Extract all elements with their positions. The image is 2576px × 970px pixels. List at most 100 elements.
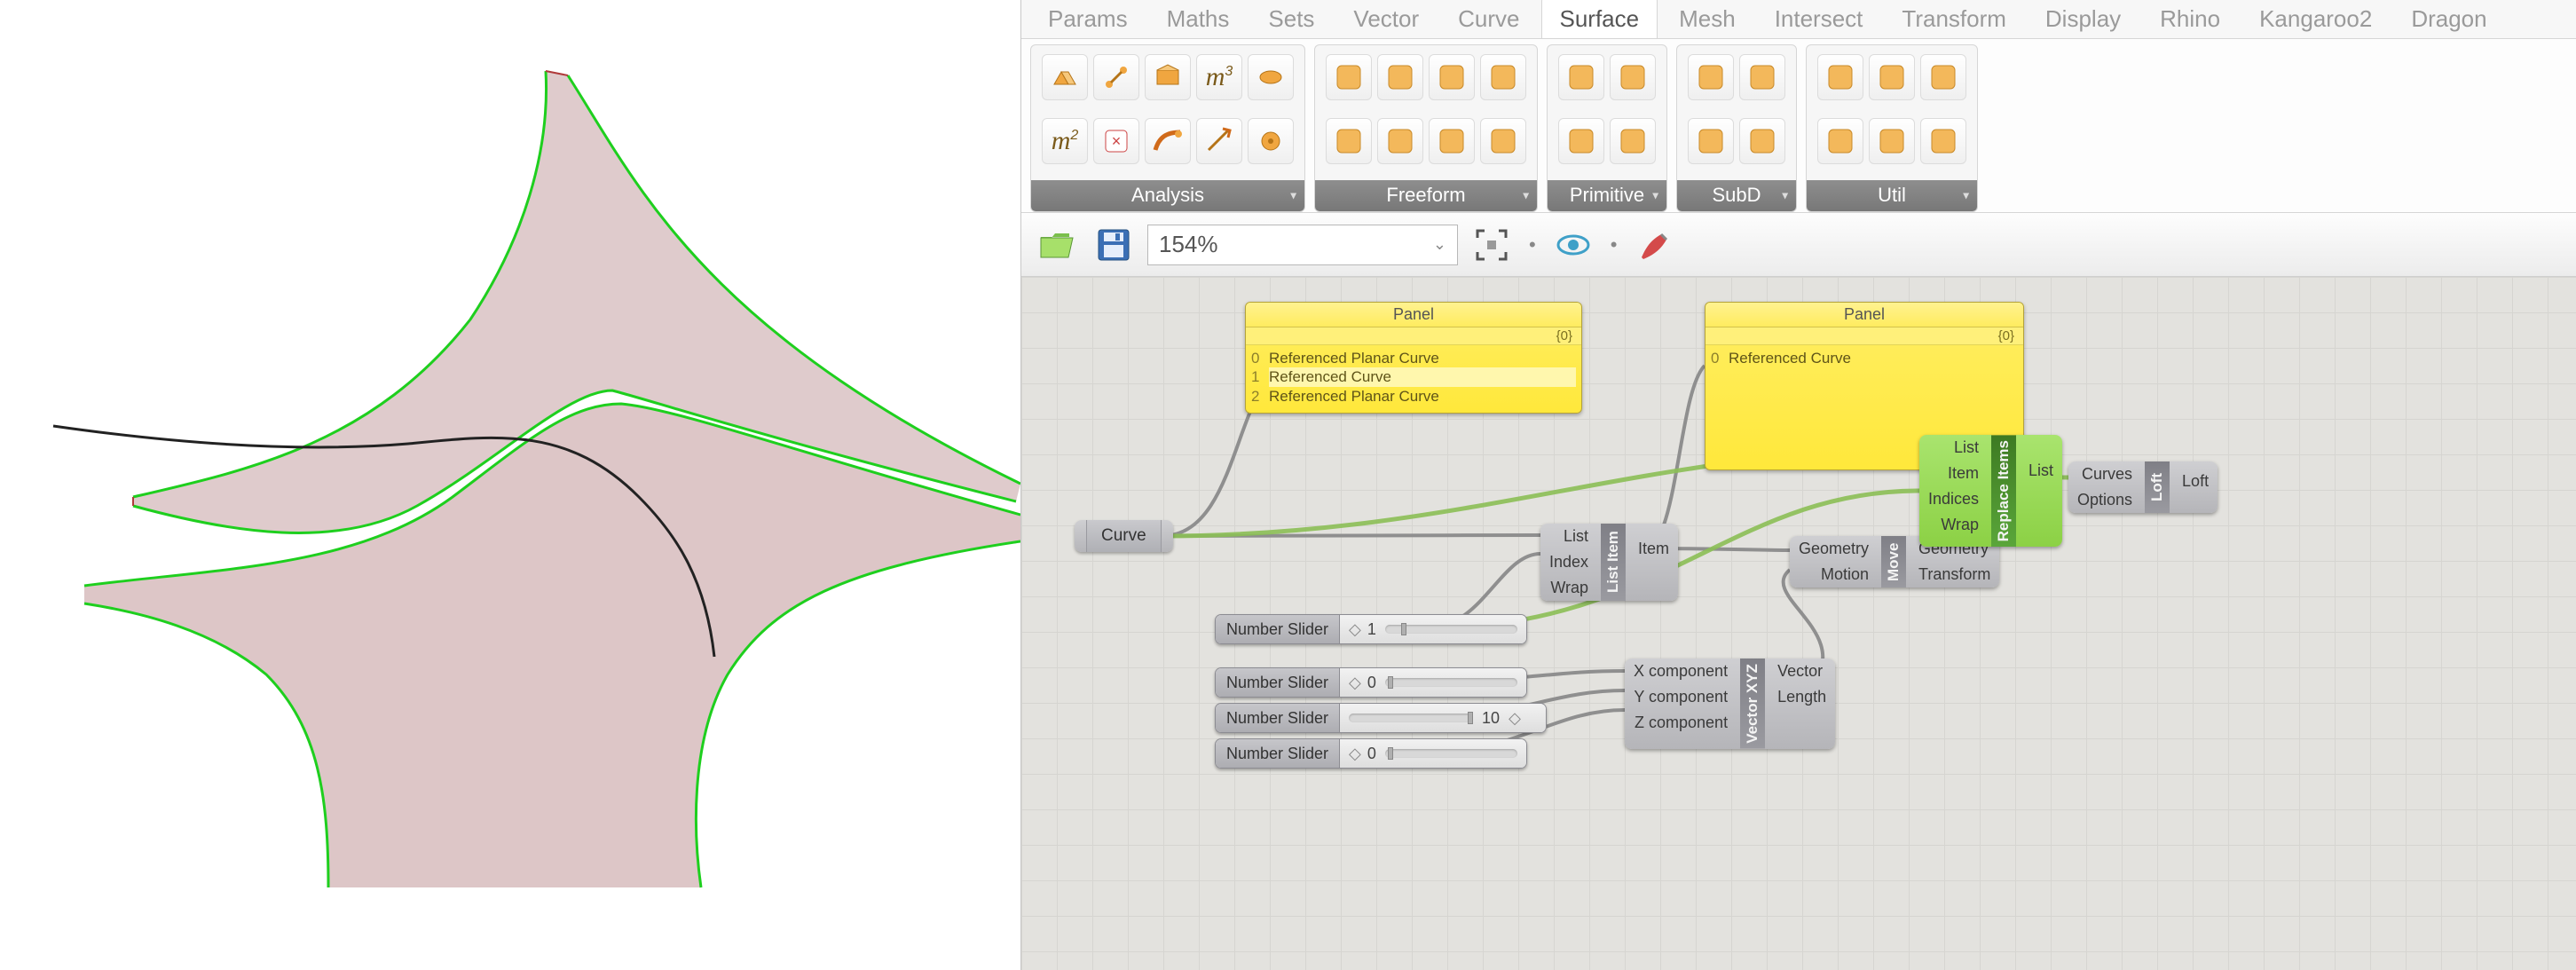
preview-toggle-button[interactable] [1550,222,1596,268]
ribbon-group-label[interactable]: SubD [1677,180,1796,212]
ribbon-icon[interactable] [1093,54,1139,100]
vector-in-z[interactable]: Z component [1625,710,1740,736]
move-out-transform[interactable]: Transform [1906,562,1999,588]
number-slider-z[interactable]: Number Slider ◇ 0 [1215,738,1527,769]
ribbon-icon[interactable] [1196,118,1242,164]
save-file-button[interactable] [1091,222,1137,268]
zoom-extents-button[interactable] [1469,222,1515,268]
loft-in-options[interactable]: Options [2068,487,2145,513]
ribbon-group-label[interactable]: Analysis [1031,180,1304,212]
ribbon-icon[interactable] [1688,54,1734,100]
ribbon-icon[interactable] [1248,118,1294,164]
ribbon-icon[interactable] [1326,54,1372,100]
ribbon-icon[interactable] [1610,118,1656,164]
menu-tab-surface[interactable]: Surface [1541,0,1658,38]
list-item-out-item[interactable]: Item [1626,524,1678,574]
panel-row: 0Referenced Curve [1711,349,2018,367]
panel-2-path: {0} [1706,327,2023,345]
ribbon-icon[interactable]: × [1093,118,1139,164]
panel-row: 2Referenced Planar Curve [1251,387,1576,406]
ribbon-icon[interactable] [1688,118,1734,164]
viewport-svg [0,0,1020,970]
menu-tab-vector[interactable]: Vector [1335,0,1437,38]
ribbon-icon[interactable] [1377,54,1423,100]
vector-xyz-node[interactable]: X component Y component Z component Vect… [1625,658,1835,749]
vector-in-x[interactable]: X component [1625,658,1740,684]
ribbon-icon[interactable] [1429,118,1475,164]
ribbon-icon[interactable] [1920,54,1966,100]
menu-tab-mesh[interactable]: Mesh [1661,0,1753,38]
move-title: Move [1881,536,1906,588]
chevron-down-icon: ⌄ [1433,235,1446,254]
ribbon-group-label[interactable]: Primitive [1548,180,1666,212]
ribbon-icon[interactable] [1610,54,1656,100]
move-in-motion[interactable]: Motion [1790,562,1881,588]
vector-out-length[interactable]: Length [1765,684,1835,710]
curve-param[interactable]: Curve [1075,520,1173,552]
sketch-button[interactable] [1631,222,1677,268]
zoom-dropdown[interactable]: 154% ⌄ [1147,225,1458,265]
panel-row: 0Referenced Planar Curve [1251,349,1576,367]
menu-tab-params[interactable]: Params [1030,0,1146,38]
number-slider-index[interactable]: Number Slider ◇ 1 [1215,614,1527,644]
menu-tab-display[interactable]: Display [2028,0,2139,38]
ribbon-icon[interactable]: m2 [1042,118,1088,164]
rhino-viewport[interactable] [0,0,1020,970]
loft-in-curves[interactable]: Curves [2068,461,2145,487]
ribbon-icon[interactable] [1869,54,1915,100]
ribbon-icon[interactable] [1739,118,1785,164]
panel-1[interactable]: Panel {0} 0Referenced Planar Curve1Refer… [1245,302,1582,414]
menu-tab-transform[interactable]: Transform [1884,0,2024,38]
menu-tab-dragon[interactable]: Dragon [2393,0,2504,38]
list-item-in-list[interactable]: List [1540,524,1601,549]
loft-out-loft[interactable]: Loft [2170,461,2218,501]
menu-tab-rhino[interactable]: Rhino [2142,0,2238,38]
ribbon-group-label[interactable]: Freeform [1315,180,1537,212]
vector-out-vector[interactable]: Vector [1765,658,1835,684]
vector-in-y[interactable]: Y component [1625,684,1740,710]
ribbon-icon[interactable] [1920,118,1966,164]
number-slider-x[interactable]: Number Slider ◇ 0 [1215,667,1527,698]
move-in-geometry[interactable]: Geometry [1790,536,1881,562]
ribbon-icon[interactable] [1480,54,1526,100]
replace-items-node[interactable]: List Item Indices Wrap Replace Items Lis… [1919,435,2062,547]
ribbon-icon[interactable]: m3 [1196,54,1242,100]
list-item-in-index[interactable]: Index [1540,549,1601,575]
replace-in-wrap[interactable]: Wrap [1919,512,1991,538]
ribbon-icon[interactable] [1739,54,1785,100]
replace-in-item[interactable]: Item [1919,461,1991,486]
menu-tab-maths[interactable]: Maths [1149,0,1248,38]
menu-tab-sets[interactable]: Sets [1250,0,1332,38]
replace-in-indices[interactable]: Indices [1919,486,1991,512]
loft-node[interactable]: Curves Options Loft Loft [2068,461,2218,513]
slider-z-value: 0 [1367,745,1376,763]
ribbon-group-label[interactable]: Util [1807,180,1977,212]
grasshopper-canvas[interactable]: Curve Panel {0} 0Referenced Planar Curve… [1021,277,2576,970]
grasshopper-panel: ParamsMathsSetsVectorCurveSurfaceMeshInt… [1020,0,2576,970]
open-file-button[interactable] [1034,222,1080,268]
ribbon-icon[interactable] [1817,54,1863,100]
ribbon-icon[interactable] [1377,118,1423,164]
ribbon-icon[interactable] [1326,118,1372,164]
ribbon-icon[interactable] [1429,54,1475,100]
ribbon-icon[interactable] [1145,54,1191,100]
menu-tab-intersect[interactable]: Intersect [1757,0,1881,38]
ribbon-icon[interactable] [1869,118,1915,164]
ribbon-icon[interactable] [1248,54,1294,100]
separator: • [1525,233,1540,256]
ribbon-icon[interactable] [1042,54,1088,100]
ribbon-icon[interactable] [1558,118,1604,164]
replace-out-list[interactable]: List [2016,435,2062,507]
number-slider-y[interactable]: Number Slider 10 ◇ [1215,703,1547,733]
list-item-node[interactable]: List Index Wrap List Item Item [1540,524,1678,601]
menu-tab-kangaroo2[interactable]: Kangaroo2 [2241,0,2390,38]
replace-in-list[interactable]: List [1919,435,1991,461]
ribbon-group-analysis: m2× m3 Analysis [1030,44,1305,212]
ribbon-icon[interactable] [1817,118,1863,164]
list-item-in-wrap[interactable]: Wrap [1540,575,1601,601]
list-item-title: List Item [1601,524,1626,601]
ribbon-icon[interactable] [1145,118,1191,164]
menu-tab-curve[interactable]: Curve [1440,0,1537,38]
ribbon-icon[interactable] [1558,54,1604,100]
ribbon-icon[interactable] [1480,118,1526,164]
